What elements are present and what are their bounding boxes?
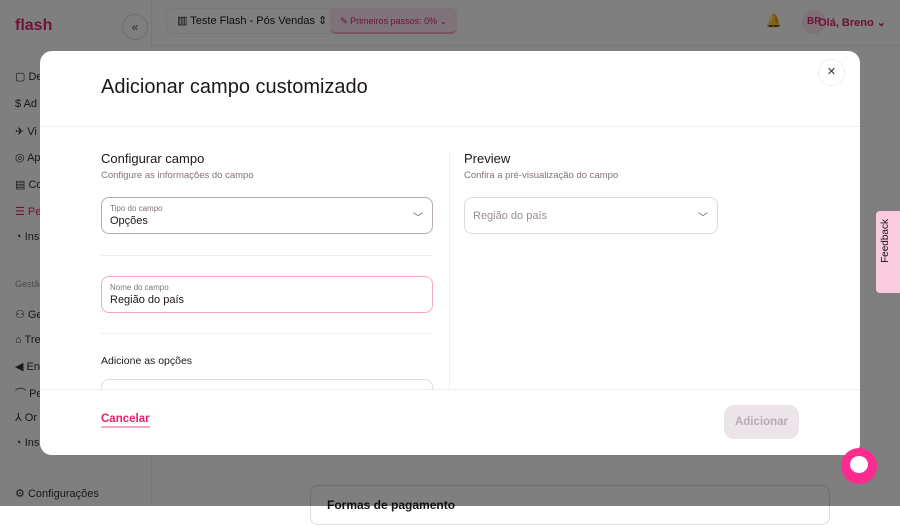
close-icon: ✕ [826, 66, 837, 78]
preview-subtitle: Confira a pré-visualização do campo [464, 170, 619, 181]
modal-title: Adicionar campo customizado [101, 76, 368, 98]
field-type-select[interactable]: Tipo do campo Opções ﹀ [101, 197, 433, 234]
field-type-label: Tipo do campo [110, 204, 163, 213]
preview-title: Preview [464, 151, 511, 166]
chevron-down-icon: ﹀ [698, 213, 708, 224]
divider [101, 255, 433, 256]
field-name-input[interactable]: Nome do campo Região do país [101, 276, 433, 313]
custom-field-modal: Adicionar campo customizado ✕ Configurar… [40, 51, 860, 455]
options-title: Adicione as opções [101, 355, 193, 367]
config-title: Configurar campo [101, 151, 205, 166]
chat-icon[interactable] [841, 448, 877, 484]
feedback-tab[interactable]: Feedback [876, 211, 900, 293]
feedback-label: Feedback [880, 219, 891, 263]
field-name-value: Região do país [110, 294, 184, 306]
add-button[interactable]: Adicionar [724, 405, 799, 439]
divider [449, 151, 450, 389]
divider [101, 333, 433, 334]
preview-select[interactable]: Região do país ﹀ [464, 197, 718, 234]
chevron-down-icon: ﹀ [413, 213, 423, 224]
cancel-button[interactable]: Cancelar [101, 413, 150, 428]
config-subtitle: Configure as informações do campo [101, 170, 254, 181]
field-name-label: Nome do campo [110, 283, 169, 292]
field-type-value: Opções [110, 215, 148, 227]
divider [40, 126, 860, 127]
preview-placeholder: Região do país [473, 210, 547, 222]
close-button[interactable]: ✕ [818, 59, 845, 86]
